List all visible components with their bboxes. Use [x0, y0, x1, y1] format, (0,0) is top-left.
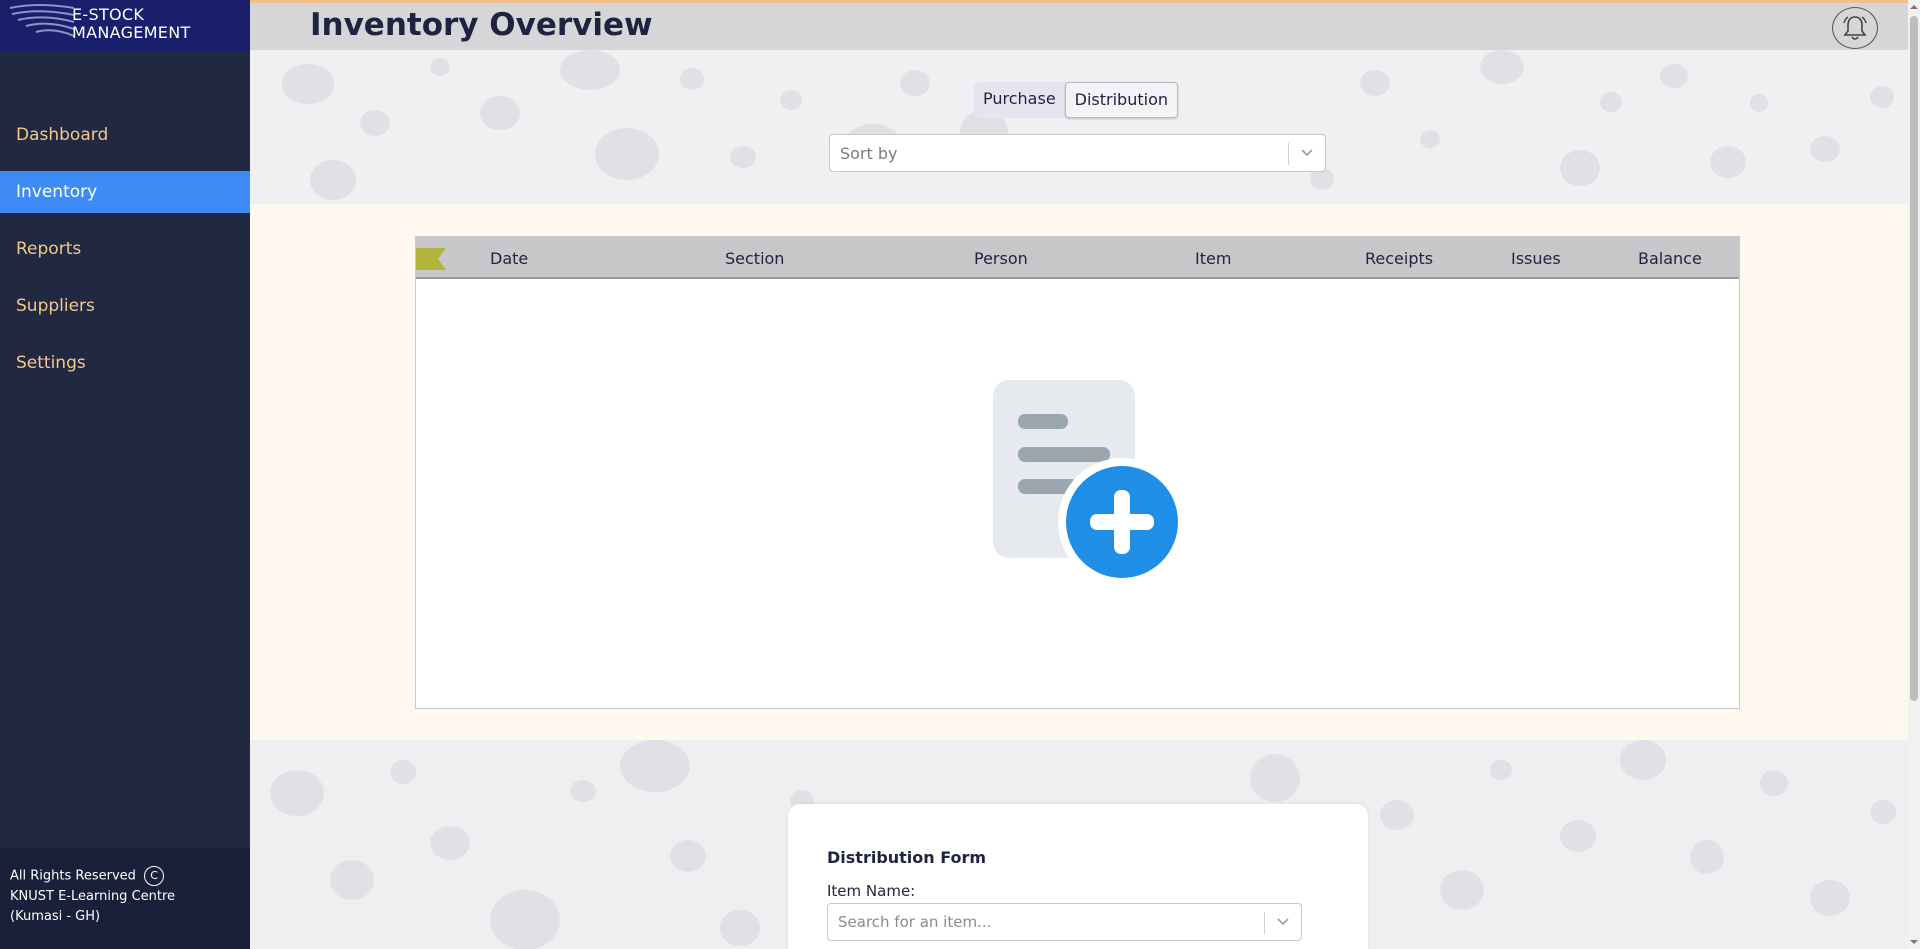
page-title: Inventory Overview — [310, 7, 653, 43]
sidebar-item-suppliers[interactable]: Suppliers — [0, 285, 250, 327]
form-title: Distribution Form — [827, 848, 987, 867]
select-separator — [1264, 912, 1265, 934]
top-background-band — [250, 50, 1908, 204]
tab-distribution[interactable]: Distribution — [1064, 82, 1178, 118]
item-name-label: Item Name: — [827, 882, 916, 900]
logo-line-1: E-STOCK — [72, 5, 145, 24]
footer-location: (Kumasi - GH) — [10, 908, 101, 924]
logo-line-2: MANAGEMENT — [72, 23, 191, 42]
scrollbar-thumb[interactable] — [1910, 16, 1918, 701]
column-header-issues[interactable]: Issues — [1511, 249, 1561, 268]
inventory-table: Date Section Person Item Receipts Issues… — [415, 236, 1740, 709]
page-scrollbar[interactable] — [1908, 0, 1920, 949]
logo-waves-icon — [9, 4, 75, 37]
sidebar-item-settings[interactable]: Settings — [0, 342, 250, 384]
sidebar-nav: Dashboard Inventory Reports Suppliers Se… — [0, 114, 250, 399]
chevron-down-icon[interactable] — [1276, 916, 1290, 928]
app-logo[interactable]: E-STOCK MANAGEMENT — [0, 0, 250, 52]
select-separator — [1288, 143, 1289, 165]
column-header-date[interactable]: Date — [490, 249, 528, 268]
table-header: Date Section Person Item Receipts Issues… — [416, 237, 1739, 279]
bell-icon — [1843, 16, 1867, 40]
notifications-button[interactable] — [1832, 7, 1878, 49]
sort-by-placeholder: Sort by — [840, 144, 898, 163]
sidebar-item-dashboard[interactable]: Dashboard — [0, 114, 250, 156]
add-document-icon[interactable] — [976, 372, 1186, 582]
column-header-person[interactable]: Person — [974, 249, 1028, 268]
chevron-down-icon[interactable] — [1300, 147, 1314, 159]
column-header-section[interactable]: Section — [725, 249, 784, 268]
purchase-distribution-toggle: Purchase Distribution — [974, 82, 1178, 118]
sidebar: E-STOCK MANAGEMENT Dashboard Inventory R… — [0, 0, 250, 949]
column-header-receipts[interactable]: Receipts — [1365, 249, 1433, 268]
item-search-select[interactable]: Search for an item... — [827, 903, 1302, 941]
footer-org: KNUST E-Learning Centre — [10, 888, 176, 904]
copyright-icon: C — [144, 866, 165, 886]
flag-icon — [416, 248, 446, 270]
column-header-item[interactable]: Item — [1195, 249, 1231, 268]
footer-rights: All Rights Reserved — [10, 868, 136, 884]
item-search-placeholder: Search for an item... — [838, 913, 992, 931]
distribution-form: Distribution Form Item Name: Search for … — [788, 804, 1368, 949]
sidebar-item-reports[interactable]: Reports — [0, 228, 250, 270]
scroll-up-icon[interactable] — [1910, 3, 1918, 11]
sidebar-footer: All Rights Reserved C KNUST E-Learning C… — [0, 848, 250, 949]
page-header: Inventory Overview — [250, 3, 1908, 50]
column-header-balance[interactable]: Balance — [1638, 249, 1702, 268]
scroll-down-icon[interactable] — [1910, 938, 1918, 946]
sort-by-select[interactable]: Sort by — [829, 134, 1326, 172]
tab-purchase[interactable]: Purchase — [974, 82, 1065, 118]
sidebar-item-inventory[interactable]: Inventory — [0, 171, 250, 213]
